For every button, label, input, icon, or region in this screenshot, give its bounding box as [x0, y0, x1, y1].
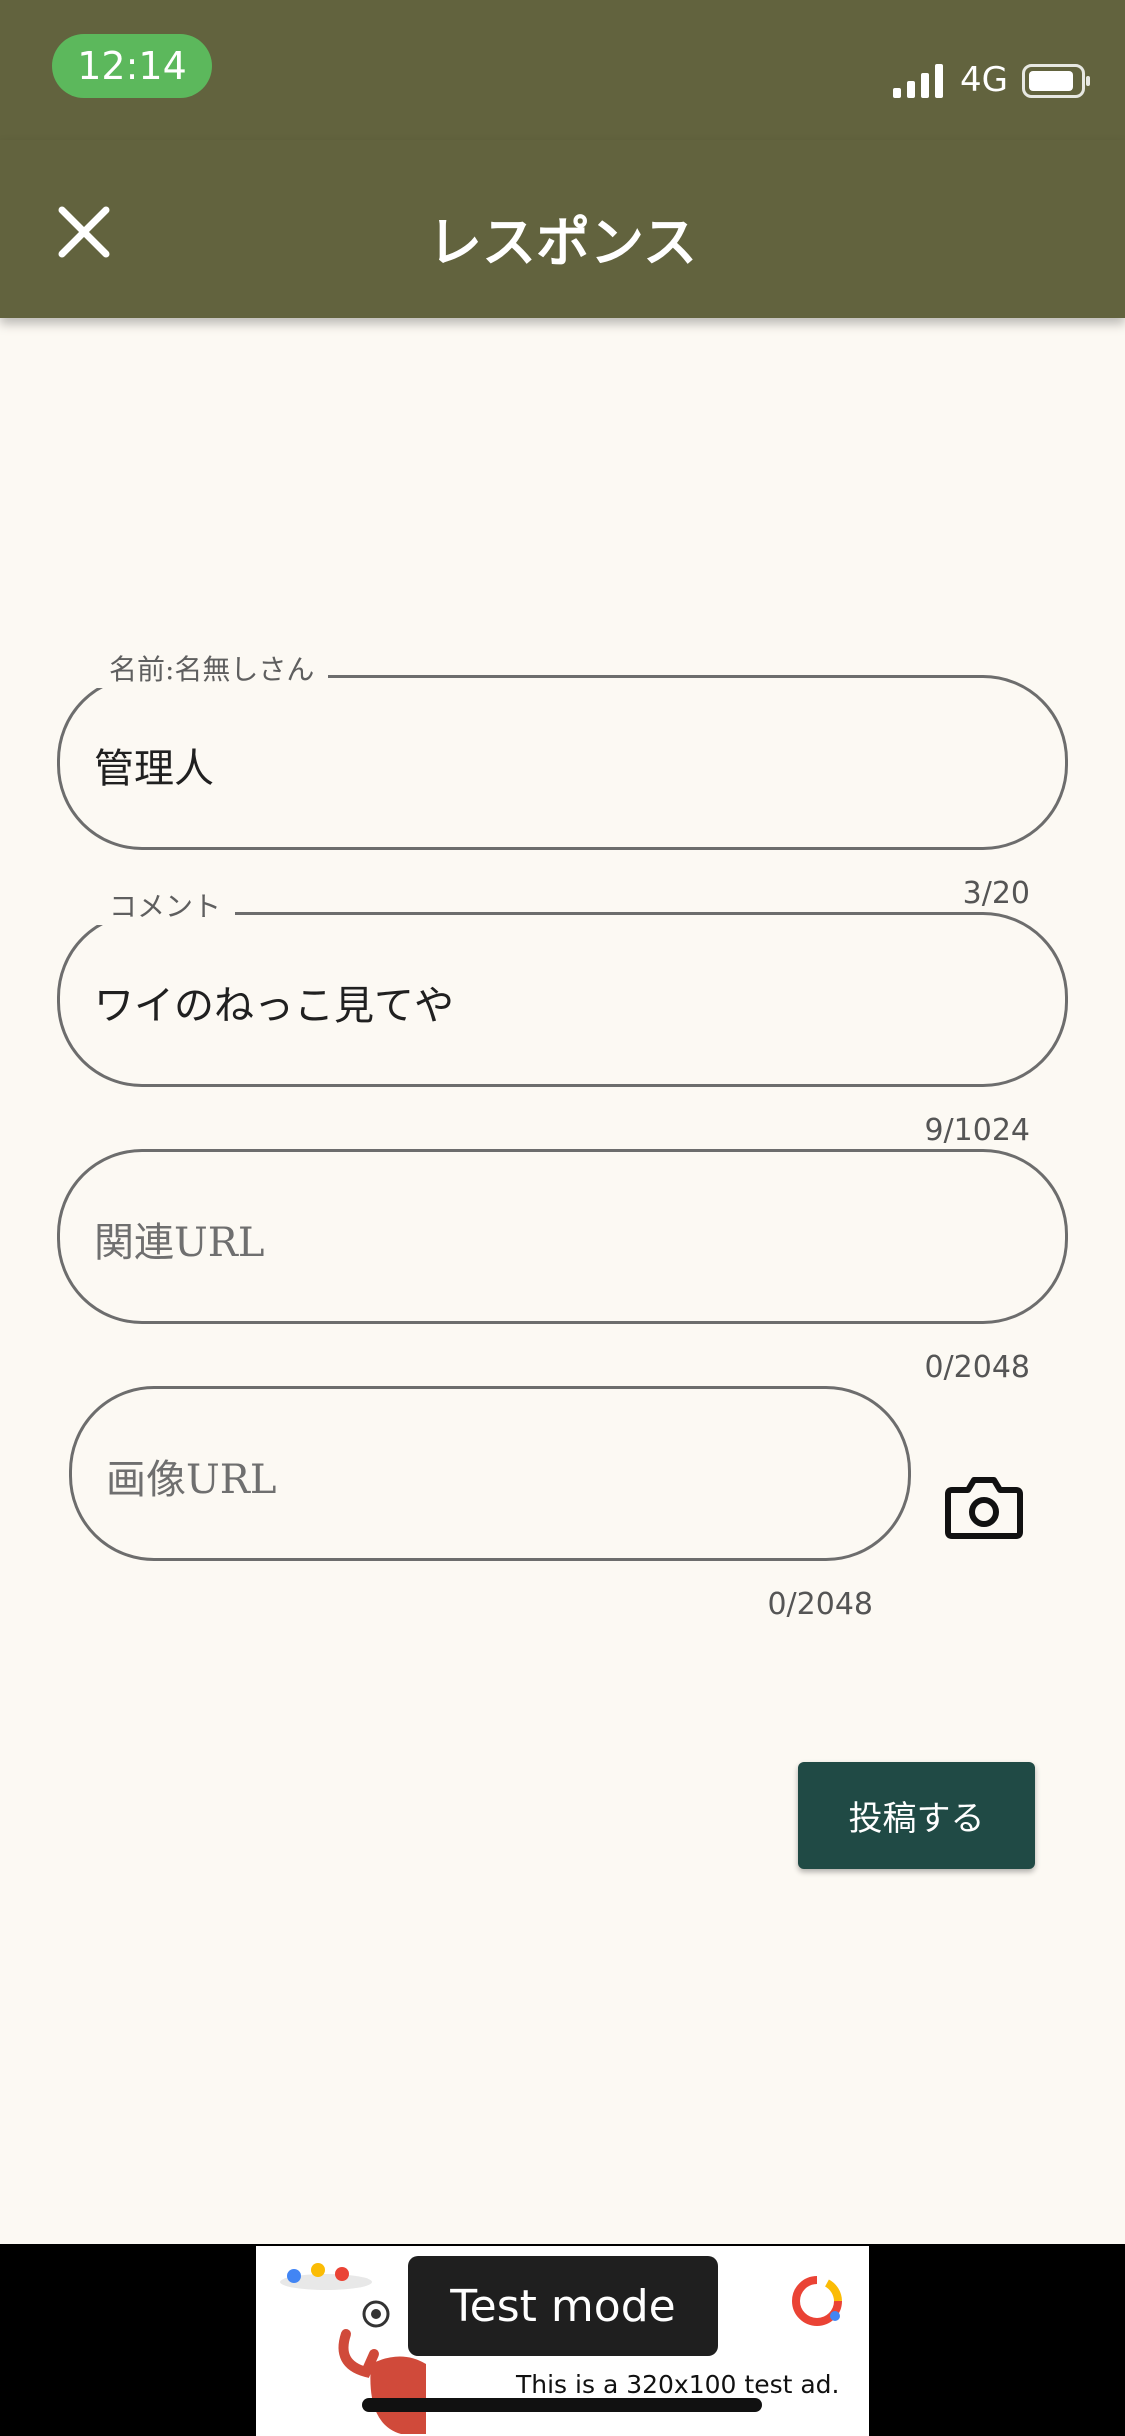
app-bar: レスポンス — [0, 140, 1125, 318]
ad-text: This is a 320x100 test ad. — [516, 2370, 840, 2399]
camera-icon[interactable] — [944, 1470, 1024, 1542]
post-button[interactable]: 投稿する — [798, 1762, 1035, 1869]
comment-field[interactable]: コメント ワイのねっこ見てや — [57, 885, 1068, 1087]
image-url-field[interactable]: 画像URL — [69, 1386, 911, 1561]
related-url-field[interactable]: 関連URL — [57, 1149, 1068, 1324]
image-url-counter: 0/2048 — [767, 1587, 873, 1622]
comment-field-value[interactable]: ワイのねっこ見てや — [94, 973, 454, 1031]
battery-icon — [1022, 64, 1090, 98]
name-field[interactable]: 名前:名無しさん 管理人 — [57, 648, 1068, 850]
signal-icon — [893, 64, 943, 98]
image-url-placeholder: 画像URL — [106, 1457, 277, 1503]
name-field-value[interactable]: 管理人 — [94, 736, 214, 794]
name-counter: 3/20 — [962, 876, 1030, 911]
home-indicator[interactable] — [362, 2398, 762, 2412]
comment-counter: 9/1024 — [924, 1113, 1030, 1148]
page-title: レスポンス — [428, 210, 697, 274]
status-time: 12:14 — [52, 34, 212, 98]
network-type: 4G — [960, 60, 1008, 100]
related-url-counter: 0/2048 — [924, 1350, 1030, 1385]
name-field-label: 名前:名無しさん — [95, 648, 329, 688]
related-url-placeholder: 関連URL — [94, 1220, 265, 1266]
status-bar: 12:14 4G — [0, 0, 1125, 140]
test-mode-badge: Test mode — [408, 2256, 718, 2356]
ad-logo-icon — [792, 2276, 842, 2326]
comment-field-label: コメント — [95, 885, 236, 925]
